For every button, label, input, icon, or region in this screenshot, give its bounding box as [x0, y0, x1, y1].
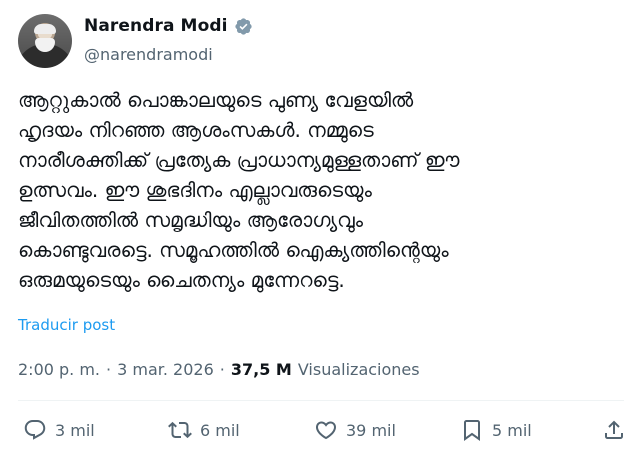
- like-count: 39 mil: [346, 420, 396, 440]
- bookmark-count: 5 mil: [492, 420, 532, 440]
- tweet-text: ആറ്റുകാൽ പൊങ്കാലയുടെ പുണ്യ വേളയിൽ ഹൃദയം …: [18, 88, 460, 292]
- avatar-beard: [35, 38, 55, 52]
- divider: [18, 400, 624, 401]
- verified-badge-icon[interactable]: [234, 17, 253, 36]
- author-name[interactable]: Narendra Modi: [84, 16, 228, 36]
- avatar[interactable]: [18, 14, 72, 68]
- bookmark-icon: [464, 420, 480, 441]
- tweet-date[interactable]: 3 mar. 2026: [117, 360, 214, 379]
- share-button[interactable]: [602, 418, 626, 442]
- views-count: 37,5 M: [230, 360, 292, 379]
- reply-icon: [24, 420, 46, 440]
- tweet-meta: 2:00 p. m. · 3 mar. 2026 · 37,5 M Visual…: [18, 360, 420, 379]
- reply-count: 3 mil: [55, 420, 95, 440]
- views-label: Visualizaciones: [297, 360, 420, 379]
- meta-separator: ·: [106, 360, 112, 379]
- tweet-time[interactable]: 2:00 p. m.: [18, 360, 100, 379]
- repost-icon: [168, 421, 192, 439]
- heart-icon: [315, 421, 337, 440]
- share-icon: [605, 420, 623, 439]
- meta-separator: ·: [219, 360, 225, 379]
- repost-count: 6 mil: [200, 420, 240, 440]
- avatar-hair: [34, 24, 56, 34]
- translate-post-link[interactable]: Traducir post: [18, 316, 115, 334]
- reply-button[interactable]: 3 mil: [23, 418, 95, 442]
- action-bar: 3 mil 6 mil 39 mil 5 mil: [18, 418, 628, 448]
- like-button[interactable]: 39 mil: [314, 418, 396, 442]
- bookmark-button[interactable]: 5 mil: [460, 418, 532, 442]
- author-row: Narendra Modi: [84, 16, 253, 36]
- author-handle[interactable]: @narendramodi: [84, 45, 213, 64]
- repost-button[interactable]: 6 mil: [168, 418, 240, 442]
